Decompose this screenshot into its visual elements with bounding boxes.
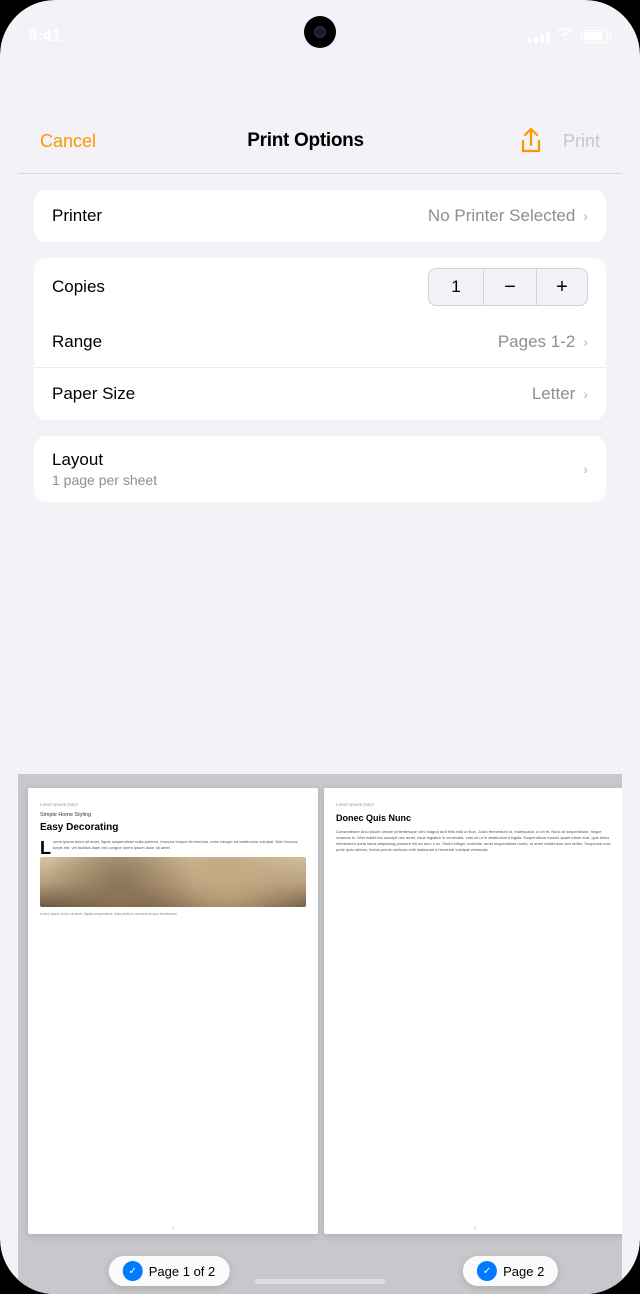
copies-row: Copies 1 − + <box>34 258 606 316</box>
preview-page-1[interactable]: Lorem Ipsum Dolor Simple Home Styling Ea… <box>18 774 320 1294</box>
screen-content: 9:41 <box>0 0 640 1294</box>
options-card: Copies 1 − + Range <box>34 258 606 420</box>
preview-page-2-inner: Lorem Ipsum Dolor Donec Quis Nunc Consec… <box>324 788 622 1234</box>
page-2-lorem-label: Lorem Ipsum Dolor <box>336 802 614 808</box>
print-preview: Lorem Ipsum Dolor Simple Home Styling Ea… <box>18 774 622 1294</box>
layout-subtitle: 1 page per sheet <box>52 472 583 488</box>
copies-value: 1 <box>428 268 484 306</box>
battery-icon <box>581 30 612 43</box>
range-row[interactable]: Range Pages 1-2 › <box>34 316 606 368</box>
page-2-check-icon: ✓ <box>477 1261 497 1281</box>
page-2-number: 2 <box>474 1225 476 1230</box>
paper-size-row[interactable]: Paper Size Letter › <box>34 368 606 420</box>
printer-chevron-icon: › <box>583 208 588 224</box>
page-1-image <box>40 857 306 907</box>
share-button[interactable] <box>515 125 547 157</box>
page-1-body: L orem ipsum dolor sit amet, ligula susp… <box>40 839 306 851</box>
printer-section: Printer No Printer Selected › <box>18 190 622 242</box>
decrement-copies-button[interactable]: − <box>484 268 536 306</box>
page-1-badge: ✓ Page 1 of 2 <box>109 1256 230 1286</box>
page-2-body: Consectetuer arcu ipsum ornare pellentes… <box>336 829 614 853</box>
layout-text: Layout 1 page per sheet <box>52 450 583 488</box>
page-2-badge: ✓ Page 2 <box>463 1256 558 1286</box>
preview-page-1-inner: Lorem Ipsum Dolor Simple Home Styling Ea… <box>28 788 318 1234</box>
page-2-badge-text: Page 2 <box>503 1264 544 1279</box>
copies-label: Copies <box>52 277 428 297</box>
page-1-caption: Lorem ipsum dolor sit amet, ligula suspe… <box>40 912 306 917</box>
home-indicator <box>255 1279 385 1284</box>
paper-size-label: Paper Size <box>52 384 532 404</box>
nav-right-actions: Print <box>515 125 600 157</box>
range-label: Range <box>52 332 498 352</box>
nav-header: Cancel Print Options Print <box>18 105 622 174</box>
layout-chevron-icon: › <box>583 461 588 477</box>
page-1-subtitle: Simple Home Styling <box>40 812 306 820</box>
wifi-icon <box>557 28 574 44</box>
range-value: Pages 1-2 <box>498 332 576 352</box>
copies-stepper: 1 − + <box>428 268 588 306</box>
page-1-badge-text: Page 1 of 2 <box>149 1264 216 1279</box>
cancel-button[interactable]: Cancel <box>40 131 96 152</box>
page-2-title: Donec Quis Nunc <box>336 812 614 825</box>
page-1-content: Lorem Ipsum Dolor Simple Home Styling Ea… <box>28 788 318 931</box>
page-1-dropcap: L <box>40 839 51 857</box>
layout-title: Layout <box>52 450 583 470</box>
page-2-content: Lorem Ipsum Dolor Donec Quis Nunc Consec… <box>324 788 622 872</box>
camera-area <box>304 16 336 48</box>
layout-row[interactable]: Layout 1 page per sheet › <box>34 436 606 502</box>
page-title: Print Options <box>247 130 363 152</box>
print-button[interactable]: Print <box>563 131 600 152</box>
printer-row[interactable]: Printer No Printer Selected › <box>34 190 606 242</box>
status-time: 9:41 <box>28 26 61 46</box>
options-section: Copies 1 − + Range <box>18 258 622 420</box>
increment-copies-button[interactable]: + <box>536 268 588 306</box>
paper-size-value: Letter <box>532 384 575 404</box>
paper-size-chevron-icon: › <box>583 386 588 402</box>
preview-page-2[interactable]: Lorem Ipsum Dolor Donec Quis Nunc Consec… <box>320 774 622 1294</box>
printer-card: Printer No Printer Selected › <box>34 190 606 242</box>
status-icons <box>528 28 612 44</box>
page-1-check-icon: ✓ <box>123 1261 143 1281</box>
printer-value: No Printer Selected <box>428 206 575 226</box>
phone-frame: 9:41 <box>0 0 640 1294</box>
page-1-lorem-label: Lorem Ipsum Dolor <box>40 802 306 808</box>
range-chevron-icon: › <box>583 334 588 350</box>
print-sheet: Cancel Print Options Print Print <box>18 105 622 1294</box>
signal-bars-icon <box>528 29 550 43</box>
layout-section: Layout 1 page per sheet › <box>18 436 622 502</box>
page-1-number: 1 <box>172 1225 174 1230</box>
page-1-title: Easy Decorating <box>40 822 306 834</box>
layout-card: Layout 1 page per sheet › <box>34 436 606 502</box>
printer-label: Printer <box>52 206 428 226</box>
